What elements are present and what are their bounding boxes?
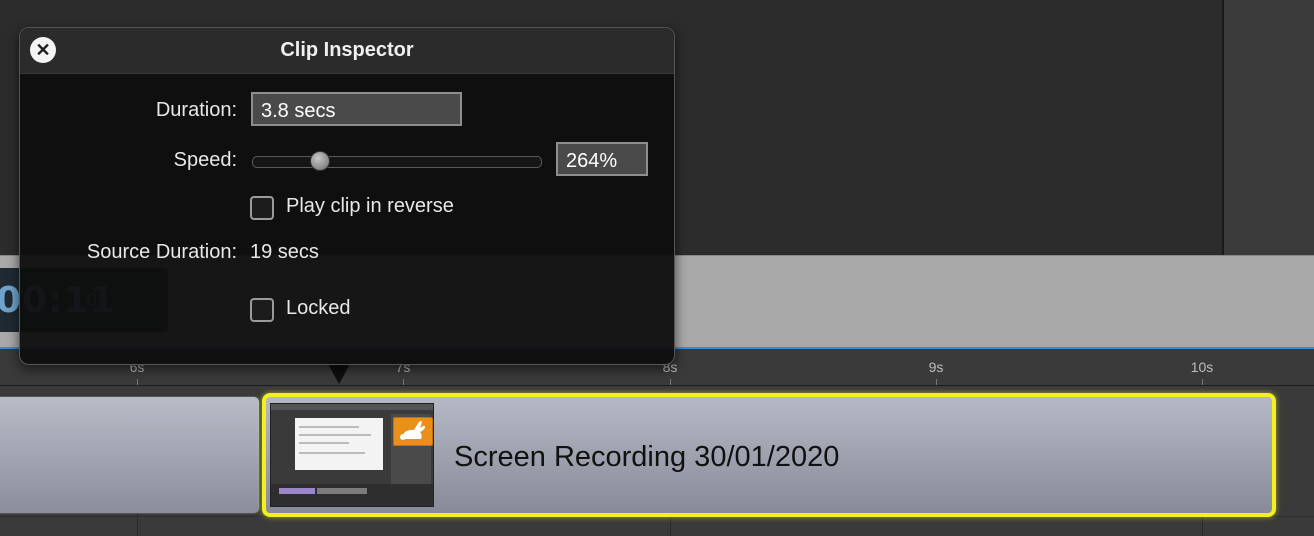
ruler-mark bbox=[670, 379, 671, 385]
ruler-tick: 10s bbox=[1190, 359, 1214, 375]
clip-inspector-popover: Clip Inspector ✕ Duration: 3.8 secs Spee… bbox=[19, 27, 675, 365]
speed-label: Speed: bbox=[173, 149, 237, 171]
selected-clip[interactable]: Screen Recording 30/01/2020 bbox=[262, 393, 1276, 517]
ruler-mark bbox=[137, 379, 138, 385]
thumb-document bbox=[295, 418, 383, 470]
locked-label[interactable]: Locked bbox=[286, 297, 351, 320]
grid-line bbox=[137, 512, 138, 536]
close-button[interactable]: ✕ bbox=[30, 37, 56, 63]
thumb-menubar bbox=[271, 404, 433, 410]
thumb-line bbox=[299, 434, 371, 436]
previous-clip[interactable] bbox=[0, 396, 260, 514]
source-duration-label: Source Duration: bbox=[86, 241, 237, 263]
ruler-mark bbox=[403, 379, 404, 385]
popover-arrow bbox=[327, 362, 351, 384]
inspector-title: Clip Inspector bbox=[280, 39, 414, 61]
thumb-strip bbox=[279, 488, 315, 494]
ruler-mark bbox=[1202, 379, 1203, 385]
ruler-mark bbox=[936, 379, 937, 385]
close-icon: ✕ bbox=[35, 40, 51, 60]
reverse-label[interactable]: Play clip in reverse bbox=[286, 195, 454, 218]
thumb-line bbox=[299, 452, 365, 454]
speed-slider[interactable] bbox=[252, 156, 542, 168]
rabbit-icon bbox=[400, 421, 425, 440]
clip-title: Screen Recording 30/01/2020 bbox=[454, 441, 840, 473]
duration-label: Duration: bbox=[155, 99, 237, 121]
speed-badge bbox=[393, 417, 433, 446]
thumb-line bbox=[299, 426, 359, 428]
locked-checkbox[interactable] bbox=[250, 298, 274, 322]
thumb-line bbox=[299, 442, 349, 444]
speed-slider-knob[interactable] bbox=[310, 151, 330, 171]
duration-field[interactable]: 3.8 secs bbox=[251, 92, 462, 126]
thumb-strip bbox=[317, 488, 367, 494]
speed-field[interactable]: 264% bbox=[556, 142, 648, 176]
right-panel bbox=[1224, 0, 1314, 255]
ruler-tick: 9s bbox=[928, 359, 944, 375]
reverse-checkbox[interactable] bbox=[250, 196, 274, 220]
clip-thumbnail bbox=[270, 403, 434, 507]
source-duration-value: 19 secs bbox=[250, 241, 319, 263]
